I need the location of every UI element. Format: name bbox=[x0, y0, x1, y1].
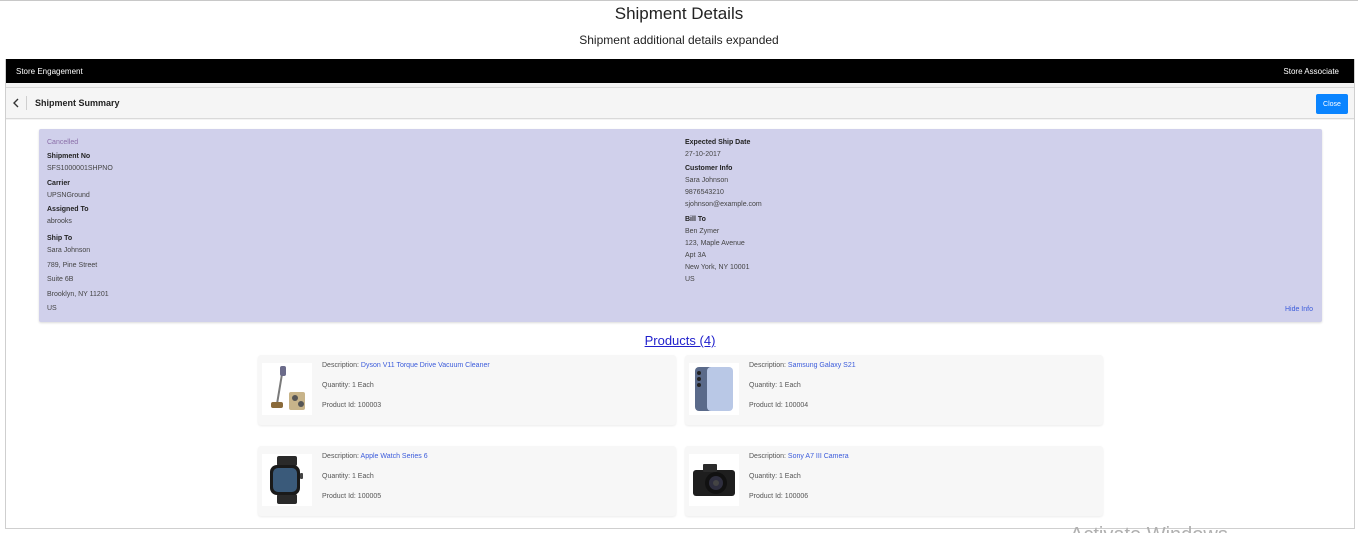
bill-to-name: Ben Zymer bbox=[685, 228, 720, 235]
back-button[interactable] bbox=[6, 87, 26, 119]
description-label: Description: bbox=[749, 453, 788, 460]
product-id: Product Id: 100003 bbox=[322, 402, 382, 409]
product-quantity: Quantity: 1 Each bbox=[322, 473, 374, 480]
carrier-value: UPSNGround bbox=[47, 192, 90, 199]
watch-icon bbox=[270, 456, 303, 504]
product-id: Product Id: 100005 bbox=[322, 493, 382, 500]
ship-to-country: US bbox=[47, 305, 57, 312]
customer-name: Sara Johnson bbox=[685, 177, 729, 184]
close-button[interactable]: Close bbox=[1316, 94, 1348, 114]
user-role[interactable]: Store Associate bbox=[1283, 67, 1339, 76]
page-title: Shipment Details bbox=[614, 4, 744, 23]
expected-ship-date-label: Expected Ship Date bbox=[685, 139, 751, 146]
product-card[interactable]: Description: Apple Watch Series 6 Quanti… bbox=[258, 446, 676, 516]
product-id: Product Id: 100004 bbox=[749, 402, 809, 409]
shipment-info-panel: Cancelled Shipment No SFS1000001SHPNO Ca… bbox=[39, 129, 1322, 322]
summary-content: Cancelled Shipment No SFS1000001SHPNO Ca… bbox=[6, 120, 1354, 528]
product-quantity: Quantity: 1 Each bbox=[749, 382, 801, 389]
description-label: Description: bbox=[322, 453, 361, 460]
shipment-no-value: SFS1000001SHPNO bbox=[47, 165, 113, 172]
phone-icon bbox=[695, 367, 733, 411]
assigned-to-label: Assigned To bbox=[47, 206, 89, 213]
bill-to-line2: Apt 3A bbox=[685, 252, 707, 259]
product-details: Description: Samsung Galaxy S21 Quantity… bbox=[749, 362, 856, 422]
shipment-no-label: Shipment No bbox=[47, 153, 91, 160]
product-details: Description: Dyson V11 Torque Drive Vacu… bbox=[322, 362, 490, 422]
carrier-label: Carrier bbox=[47, 180, 70, 187]
customer-email: sjohnson@example.com bbox=[685, 201, 762, 208]
product-details: Description: Apple Watch Series 6 Quanti… bbox=[322, 453, 428, 513]
expected-ship-date-value: 27-10-2017 bbox=[685, 151, 721, 158]
product-description-link[interactable]: Samsung Galaxy S21 bbox=[788, 362, 856, 369]
ship-to-city: Brooklyn, NY 11201 bbox=[47, 291, 109, 298]
activation-watermark: Activate Windows bbox=[1070, 524, 1228, 533]
ship-to-line2: Suite 6B bbox=[47, 276, 74, 283]
ship-to-label: Ship To bbox=[47, 235, 73, 242]
ship-to-name: Sara Johnson bbox=[47, 247, 91, 254]
hide-info-link[interactable]: Hide Info bbox=[1285, 306, 1313, 313]
app-name[interactable]: Store Engagement bbox=[16, 67, 83, 76]
description-label: Description: bbox=[749, 362, 788, 369]
vacuum-icon bbox=[271, 366, 305, 410]
customer-info-label: Customer Info bbox=[685, 165, 733, 172]
product-image bbox=[262, 454, 312, 506]
product-image bbox=[689, 363, 739, 415]
product-id: Product Id: 100006 bbox=[749, 493, 809, 500]
product-card[interactable]: Description: Dyson V11 Torque Drive Vacu… bbox=[258, 355, 676, 425]
status-badge: Cancelled bbox=[47, 139, 79, 146]
product-image bbox=[689, 454, 739, 506]
product-description-link[interactable]: Dyson V11 Torque Drive Vacuum Cleaner bbox=[361, 362, 490, 369]
description-label: Description: bbox=[322, 362, 361, 369]
app-frame: Store Engagement Store Associate Shipmen… bbox=[5, 59, 1355, 529]
product-quantity: Quantity: 1 Each bbox=[322, 382, 374, 389]
bill-to-line1: 123, Maple Avenue bbox=[685, 240, 745, 247]
product-description-link[interactable]: Sony A7 III Camera bbox=[788, 453, 849, 460]
chevron-left-icon bbox=[13, 98, 19, 108]
header-title: Shipment Summary bbox=[35, 98, 120, 108]
product-image bbox=[262, 363, 312, 415]
product-card[interactable]: Description: Sony A7 III Camera Quantity… bbox=[685, 446, 1103, 516]
product-details: Description: Sony A7 III Camera Quantity… bbox=[749, 453, 849, 513]
camera-icon bbox=[693, 464, 735, 496]
ship-to-line1: 789, Pine Street bbox=[47, 262, 98, 269]
bill-to-label: Bill To bbox=[685, 216, 706, 223]
page-subtitle: Shipment additional details expanded bbox=[579, 33, 779, 47]
top-divider bbox=[0, 0, 1358, 1]
bill-to-country: US bbox=[685, 276, 695, 283]
customer-phone: 9876543210 bbox=[685, 189, 724, 196]
product-description-link[interactable]: Apple Watch Series 6 bbox=[361, 453, 428, 460]
app-topbar: Store Engagement Store Associate bbox=[6, 59, 1354, 83]
product-card[interactable]: Description: Samsung Galaxy S21 Quantity… bbox=[685, 355, 1103, 425]
header-divider bbox=[26, 96, 27, 110]
products-heading[interactable]: Products (4) bbox=[6, 333, 1354, 348]
bill-to-city: New York, NY 10001 bbox=[685, 264, 750, 271]
assigned-to-value: abrooks bbox=[47, 218, 72, 225]
product-quantity: Quantity: 1 Each bbox=[749, 473, 801, 480]
shipment-summary-header: Shipment Summary Close bbox=[6, 87, 1354, 119]
